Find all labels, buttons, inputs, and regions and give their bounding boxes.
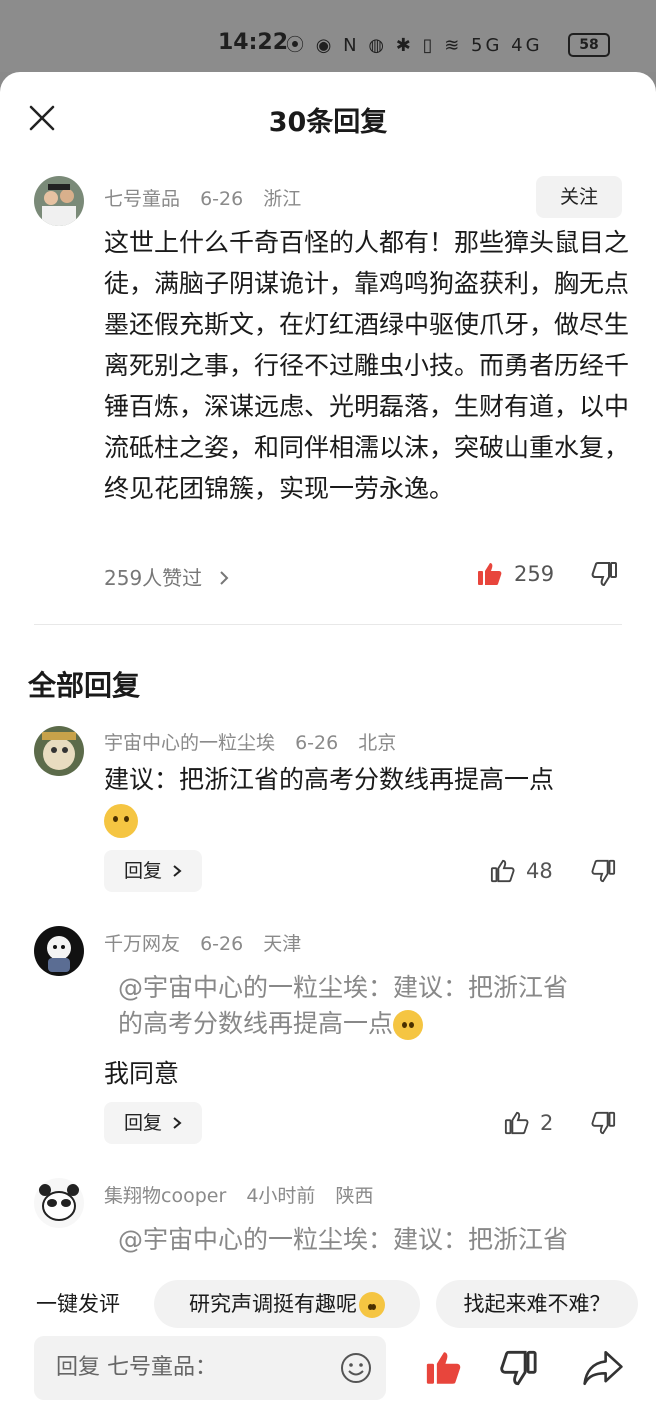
chevron-right-icon xyxy=(173,865,182,877)
section-title: 全部回复 xyxy=(28,669,141,702)
follow-button[interactable]: 关注 xyxy=(536,176,622,218)
comment-location: 北京 xyxy=(358,732,397,754)
like-count: 259 xyxy=(514,562,555,586)
status-icons: ⦿ ◉ N ◍ ✱ ▯ ≋ 5G 4G xyxy=(286,35,543,56)
thinking-emoji-icon xyxy=(104,804,138,838)
comment-date: 4小时前 xyxy=(246,1185,316,1207)
status-bar: 14:22 ⦿ ◉ N ◍ ✱ ▯ ≋ 5G 4G 58 xyxy=(0,0,656,72)
avatar[interactable] xyxy=(34,176,84,226)
like-count: 48 xyxy=(526,859,553,883)
username[interactable]: 宇宙中心的一粒尘埃 xyxy=(104,732,275,754)
comment-location: 天津 xyxy=(263,933,302,955)
thumbs-up-icon xyxy=(504,1111,529,1135)
share-icon[interactable] xyxy=(582,1348,624,1388)
quick-reply-chip[interactable]: 找起来难不难？ xyxy=(436,1280,638,1328)
comment-meta: 千万网友 6-26 天津 xyxy=(104,929,315,956)
username[interactable]: 集翔物cooper xyxy=(104,1185,226,1207)
chevron-right-icon xyxy=(219,571,228,585)
smile-emoji-icon xyxy=(359,1292,385,1318)
reply-input-placeholder: 回复 七号童品： xyxy=(56,1355,217,1380)
username[interactable]: 七号童品 xyxy=(104,188,180,210)
chip-label: 找起来难不难？ xyxy=(463,1292,611,1316)
thumbs-down-icon xyxy=(591,562,617,587)
thumbs-up-filled-icon[interactable] xyxy=(424,1348,464,1388)
reply-label: 回复 xyxy=(123,1112,162,1134)
reply-text-content: 建议：把浙江省的高考分数线再提高一点 xyxy=(104,765,555,794)
quick-reply-chip[interactable]: 研究声调挺有趣呢 xyxy=(154,1280,420,1328)
quote-line: 的高考分数线再提高一点 xyxy=(118,1009,394,1038)
reply-text: 我同意 xyxy=(104,1059,180,1088)
divider xyxy=(34,624,622,625)
quote-line: @宇宙中心的一粒尘埃：建议：把浙江省 xyxy=(118,1225,569,1254)
quoted-reply: @宇宙中心的一粒尘埃：建议：把浙江省 xyxy=(118,1222,618,1258)
chevron-right-icon xyxy=(173,1117,182,1129)
dislike-button[interactable] xyxy=(590,1110,616,1136)
thumbs-down-icon xyxy=(591,859,616,883)
comment-text: 这世上什么千奇百怪的人都有！那些獐头鼠目之徒，满脑子阴谋诡计，靠鸡鸣狗盗获利，胸… xyxy=(104,228,630,503)
bottom-bar: 一键发评 研究声调挺有趣呢 找起来难不难？ 回复 七号童品： xyxy=(0,1268,656,1422)
comment-meta: 宇宙中心的一粒尘埃 6-26 北京 xyxy=(104,728,410,755)
avatar[interactable] xyxy=(34,926,84,976)
like-button[interactable]: 48 xyxy=(490,858,553,884)
like-button[interactable]: 2 xyxy=(504,1110,553,1136)
battery-indicator: 58 xyxy=(568,33,610,57)
reply-input[interactable]: 回复 七号童品： xyxy=(34,1336,386,1400)
reply-button[interactable]: 回复 xyxy=(104,850,202,892)
likes-by-link[interactable]: 259人赞过 xyxy=(104,562,231,591)
username[interactable]: 千万网友 xyxy=(104,933,180,955)
quick-comment-label: 一键发评 xyxy=(36,1292,120,1316)
quote-line: @宇宙中心的一粒尘埃：建议：把浙江省 xyxy=(118,973,569,1002)
avatar[interactable] xyxy=(34,726,84,776)
comment-location: 浙江 xyxy=(263,188,302,210)
replies-sheet: 30条回复 七号童品 6-26 浙江 关注 这世上什么千奇百怪的人都有！那些獐头… xyxy=(0,72,656,1424)
comment-meta: 七号童品 6-26 浙江 xyxy=(104,184,315,211)
dislike-button[interactable] xyxy=(590,858,616,884)
quoted-reply: @宇宙中心的一粒尘埃：建议：把浙江省 的高考分数线再提高一点 xyxy=(118,970,618,1042)
thinking-emoji-icon xyxy=(393,1010,424,1040)
thumbs-down-icon xyxy=(591,1111,616,1135)
likes-by-label: 259人赞过 xyxy=(104,566,203,590)
like-button[interactable]: 259 xyxy=(476,560,554,588)
chip-label: 研究声调挺有趣呢 xyxy=(189,1292,357,1316)
comment-meta: 集翔物cooper 4小时前 陕西 xyxy=(104,1181,387,1208)
thumbs-up-filled-icon xyxy=(478,563,502,585)
thumbs-down-icon[interactable] xyxy=(498,1348,538,1388)
like-count: 2 xyxy=(540,1111,554,1135)
avatar[interactable] xyxy=(34,1178,84,1228)
comment-date: 6-26 xyxy=(295,732,339,754)
reply-button[interactable]: 回复 xyxy=(104,1102,202,1144)
comment-date: 6-26 xyxy=(200,188,244,210)
thumbs-up-icon xyxy=(490,859,515,883)
dislike-button[interactable] xyxy=(590,560,618,588)
reply-label: 回复 xyxy=(123,860,162,882)
comment-date: 6-26 xyxy=(200,933,244,955)
comment-location: 陕西 xyxy=(335,1185,374,1207)
status-time: 14:22 xyxy=(218,30,289,55)
emoji-picker-icon[interactable] xyxy=(340,1352,372,1384)
sheet-title: 30条回复 xyxy=(268,107,388,138)
reply-text: 建议：把浙江省的高考分数线再提高一点 xyxy=(104,760,624,840)
